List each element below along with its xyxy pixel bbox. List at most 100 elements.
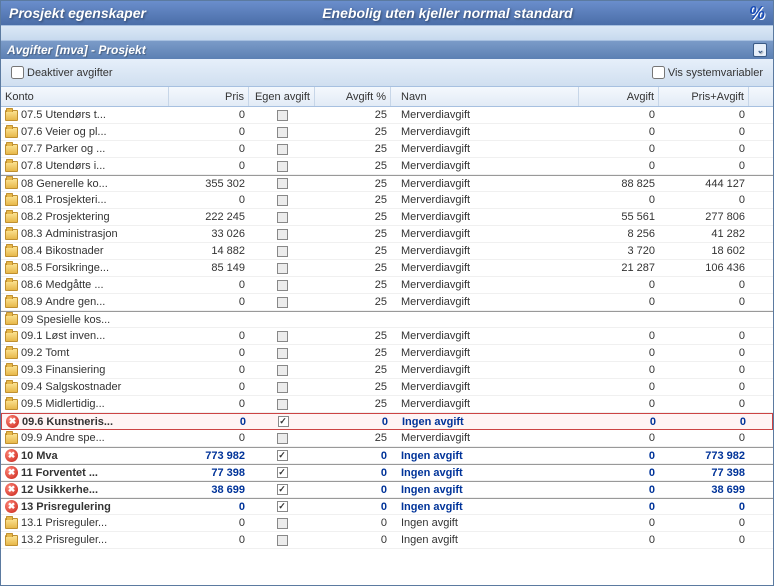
collapse-icon[interactable]: ⌄ (753, 43, 767, 57)
percent-icon[interactable]: % (749, 3, 765, 24)
excluded-icon: ✖ (5, 466, 18, 479)
table-row[interactable]: 08.9 Andre gen...025Merverdiavgift00 (1, 294, 773, 311)
row-name: Salgskostnader (45, 381, 121, 393)
cell-prisavg: 0 (659, 362, 749, 378)
table-row[interactable]: 09.3 Finansiering025Merverdiavgift00 (1, 362, 773, 379)
cell-egen[interactable] (249, 430, 315, 446)
col-pris[interactable]: Pris (169, 87, 249, 106)
table-row[interactable]: 13.2 Prisreguler...00Ingen avgift00 (1, 532, 773, 549)
col-avgpct[interactable]: Avgift % (315, 87, 391, 106)
cell-egen[interactable] (249, 532, 315, 548)
egen-checkbox[interactable]: ✓ (277, 484, 288, 495)
cell-egen[interactable]: ✓ (249, 499, 315, 514)
cell-egen[interactable] (249, 294, 315, 310)
cell-navn: Ingen avgift (391, 499, 579, 514)
cell-egen[interactable] (249, 328, 315, 344)
cell-egen[interactable] (249, 158, 315, 174)
cell-egen[interactable] (249, 176, 315, 191)
table-row[interactable]: 07.6 Veier og pl...025Merverdiavgift00 (1, 124, 773, 141)
col-avgift[interactable]: Avgift (579, 87, 659, 106)
col-egen[interactable]: Egen avgift (249, 87, 315, 106)
table-row[interactable]: ✖12 Usikkerhe...38 699✓0Ingen avgift038 … (1, 481, 773, 498)
table-row[interactable]: ✖09.6 Kunstneris...0✓0Ingen avgift00 (1, 413, 773, 430)
egen-checkbox[interactable] (277, 263, 288, 274)
egen-checkbox[interactable] (277, 382, 288, 393)
table-row[interactable]: 09.9 Andre spe...025Merverdiavgift00 (1, 430, 773, 447)
egen-checkbox[interactable] (277, 433, 288, 444)
table-row[interactable]: ✖10 Mva773 982✓0Ingen avgift0773 982 (1, 447, 773, 464)
table-row[interactable]: 13.1 Prisreguler...00Ingen avgift00 (1, 515, 773, 532)
cell-egen[interactable] (249, 312, 315, 327)
row-name: Parker og ... (45, 143, 105, 155)
deactivate-checkbox[interactable]: Deaktiver avgifter (11, 66, 113, 79)
cell-egen[interactable] (249, 107, 315, 123)
egen-checkbox[interactable] (277, 195, 288, 206)
egen-checkbox[interactable] (277, 518, 288, 529)
table-row[interactable]: 08.6 Medgåtte ...025Merverdiavgift00 (1, 277, 773, 294)
egen-checkbox[interactable] (277, 297, 288, 308)
table-row[interactable]: 07.8 Utendørs i...025Merverdiavgift00 (1, 158, 773, 175)
egen-checkbox[interactable] (277, 229, 288, 240)
col-prisavg[interactable]: Pris+Avgift (659, 87, 749, 106)
cell-egen[interactable] (249, 345, 315, 361)
cell-egen[interactable]: ✓ (249, 448, 315, 463)
cell-egen[interactable] (249, 396, 315, 412)
cell-egen[interactable]: ✓ (250, 414, 316, 429)
egen-checkbox[interactable] (277, 144, 288, 155)
egen-checkbox[interactable] (277, 110, 288, 121)
cell-egen[interactable] (249, 260, 315, 276)
egen-checkbox[interactable] (277, 399, 288, 410)
cell-prisavg: 0 (659, 379, 749, 395)
egen-checkbox[interactable] (277, 246, 288, 257)
egen-checkbox[interactable] (277, 348, 288, 359)
table-row[interactable]: ✖13 Prisregulering0✓0Ingen avgift00 (1, 498, 773, 515)
section-subheader[interactable]: Avgifter [mva] - Prosjekt ⌄ (1, 41, 773, 59)
sysvars-checkbox-input[interactable] (652, 66, 665, 79)
table-row[interactable]: 09.2 Tomt025Merverdiavgift00 (1, 345, 773, 362)
cell-pris: 14 882 (169, 243, 249, 259)
egen-checkbox[interactable]: ✓ (277, 467, 288, 478)
table-row[interactable]: 08.4 Bikostnader14 88225Merverdiavgift3 … (1, 243, 773, 260)
egen-checkbox[interactable] (277, 535, 288, 546)
cell-egen[interactable] (249, 277, 315, 293)
table-body[interactable]: 07.5 Utendørs t...025Merverdiavgift0007.… (1, 107, 773, 585)
cell-egen[interactable] (249, 124, 315, 140)
deactivate-checkbox-input[interactable] (11, 66, 24, 79)
egen-checkbox[interactable]: ✓ (278, 416, 289, 427)
egen-checkbox[interactable] (277, 212, 288, 223)
cell-egen[interactable] (249, 243, 315, 259)
egen-checkbox[interactable] (277, 331, 288, 342)
table-row[interactable]: 08.3 Administrasjon33 02625Merverdiavgif… (1, 226, 773, 243)
egen-checkbox[interactable] (277, 127, 288, 138)
cell-egen[interactable]: ✓ (249, 465, 315, 480)
table-row[interactable]: 09.1 Løst inven...025Merverdiavgift00 (1, 328, 773, 345)
egen-checkbox[interactable] (277, 280, 288, 291)
cell-egen[interactable] (249, 226, 315, 242)
egen-checkbox[interactable] (277, 178, 288, 189)
cell-egen[interactable] (249, 515, 315, 531)
egen-checkbox[interactable]: ✓ (277, 501, 288, 512)
cell-avgift: 0 (579, 448, 659, 463)
table-row[interactable]: 07.5 Utendørs t...025Merverdiavgift00 (1, 107, 773, 124)
cell-egen[interactable] (249, 141, 315, 157)
table-row[interactable]: 08.2 Prosjektering222 24525Merverdiavgif… (1, 209, 773, 226)
egen-checkbox[interactable]: ✓ (277, 450, 288, 461)
egen-checkbox[interactable] (277, 161, 288, 172)
cell-egen[interactable] (249, 192, 315, 208)
cell-egen[interactable] (249, 379, 315, 395)
table-row[interactable]: 09.4 Salgskostnader025Merverdiavgift00 (1, 379, 773, 396)
table-row[interactable]: 08.5 Forsikringe...85 14925Merverdiavgif… (1, 260, 773, 277)
cell-egen[interactable] (249, 209, 315, 225)
col-navn[interactable]: Navn (391, 87, 579, 106)
table-row[interactable]: 09 Spesielle kos... (1, 311, 773, 328)
table-row[interactable]: 08.1 Prosjekteri...025Merverdiavgift00 (1, 192, 773, 209)
table-row[interactable]: ✖11 Forventet ...77 398✓0Ingen avgift077… (1, 464, 773, 481)
egen-checkbox[interactable] (277, 365, 288, 376)
table-row[interactable]: 07.7 Parker og ...025Merverdiavgift00 (1, 141, 773, 158)
cell-egen[interactable] (249, 362, 315, 378)
col-konto[interactable]: Konto (1, 87, 169, 106)
sysvars-checkbox[interactable]: Vis systemvariabler (652, 66, 763, 79)
table-row[interactable]: 09.5 Midlertidig...025Merverdiavgift00 (1, 396, 773, 413)
cell-egen[interactable]: ✓ (249, 482, 315, 497)
table-row[interactable]: 08 Generelle ko...355 30225Merverdiavgif… (1, 175, 773, 192)
